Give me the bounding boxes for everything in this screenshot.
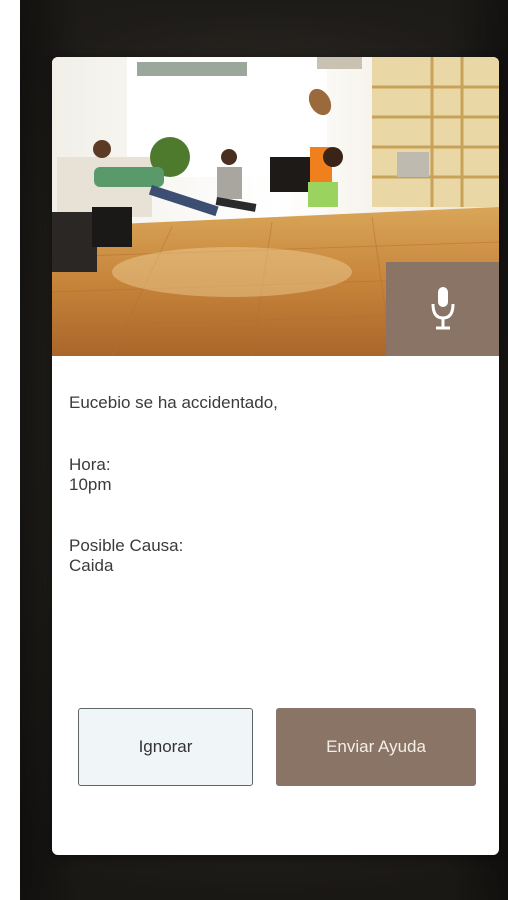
app-screen: Eucebio se ha accidentado, Hora: 10pm Po… [20,0,508,900]
microphone-icon [431,286,455,332]
cause-label: Posible Causa: [69,536,184,555]
cause-block: Posible Causa: Caida [69,536,183,576]
send-help-button[interactable]: Enviar Ayuda [276,708,476,786]
family-photo [52,57,499,356]
time-block: Hora: 10pm [69,455,112,495]
cause-value: Caida [69,556,114,575]
alert-details: Eucebio se ha accidentado, Hora: 10pm Po… [69,393,479,575]
alert-card: Eucebio se ha accidentado, Hora: 10pm Po… [52,57,499,855]
voice-message-button[interactable] [386,262,499,356]
ignore-button[interactable]: Ignorar [78,708,253,786]
time-value: 10pm [69,475,112,494]
alert-message: Eucebio se ha accidentado, [69,393,278,412]
time-label: Hora: [69,455,111,474]
